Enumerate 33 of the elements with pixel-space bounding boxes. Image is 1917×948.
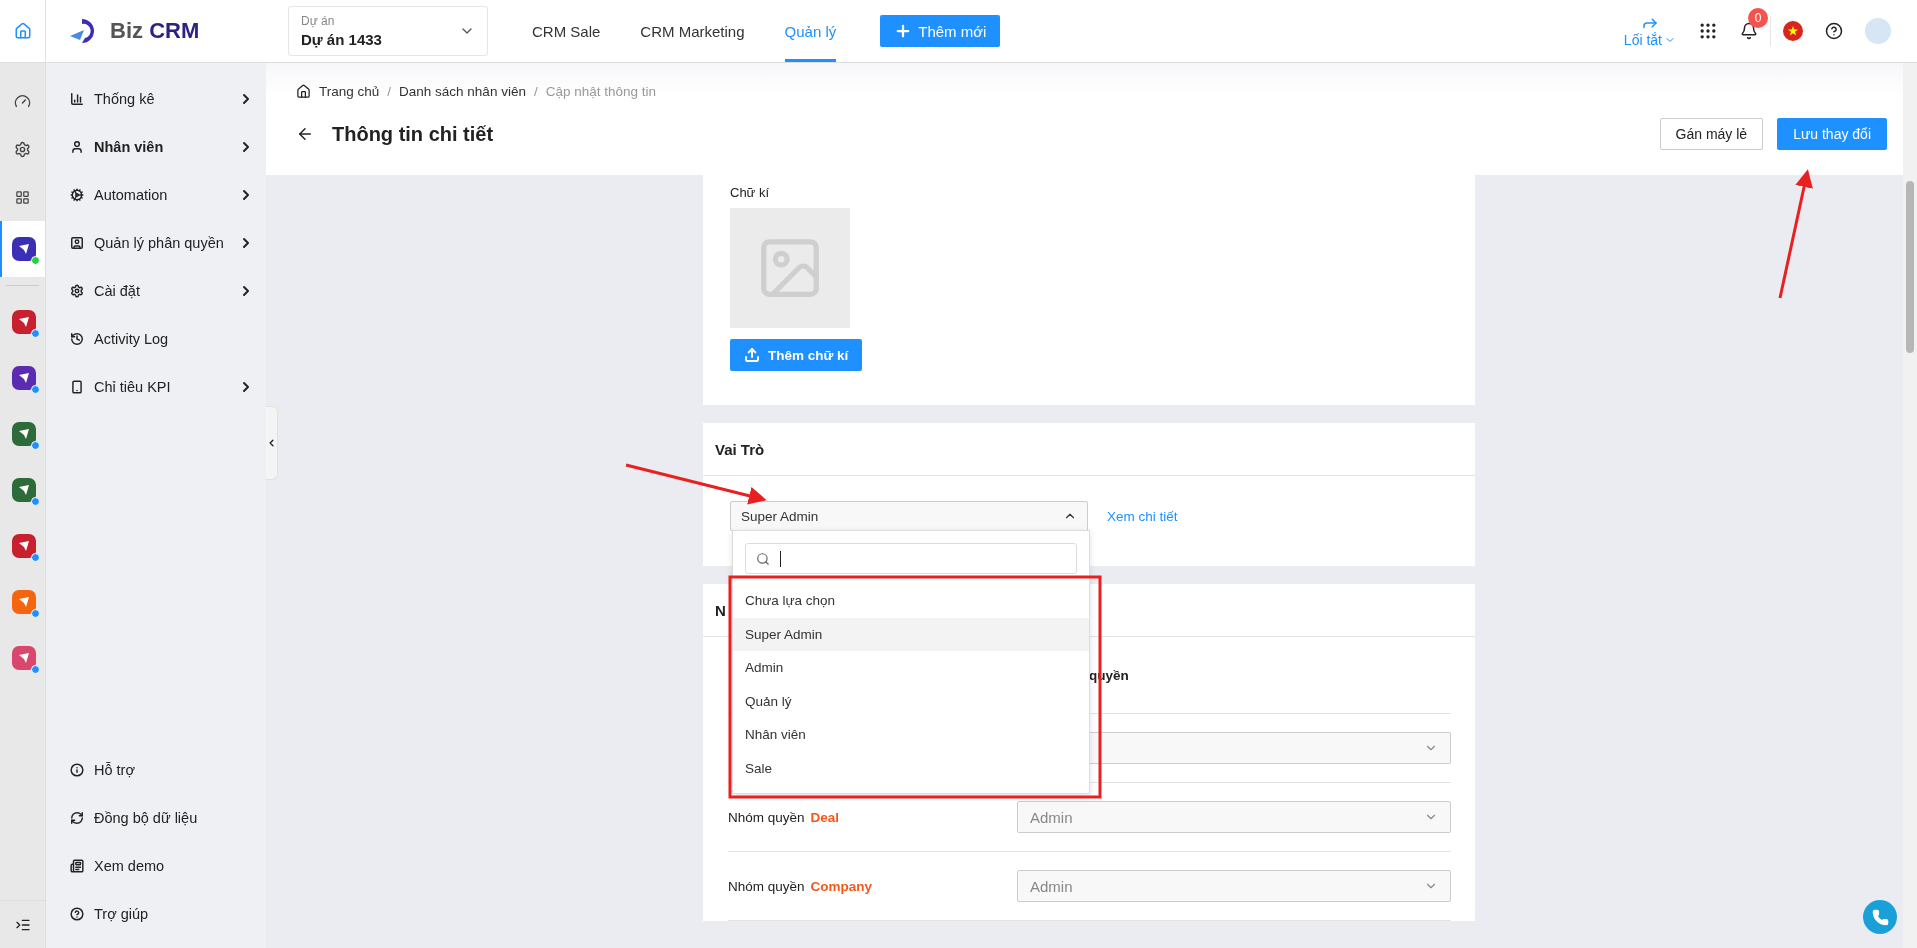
permission-label: Nhóm quyền Company [728,878,874,894]
assign-button[interactable]: Gán máy lẻ [1659,118,1764,150]
dropdown-option[interactable]: Sale [733,751,1089,785]
nav-tab[interactable]: CRM Marketing [640,0,745,62]
permission-label: Nhóm quyền Deal [728,809,841,825]
nav-tab[interactable]: CRM Sale [532,0,601,62]
breadcrumb-link[interactable]: Danh sách nhân viên [399,83,526,99]
sidebar-item[interactable]: Quản lý phân quyền [46,219,266,267]
role-select[interactable]: Super Admin [730,501,1088,531]
breadcrumb-separator: / [533,83,538,99]
project-select[interactable]: Dự án Dự án 1433 [288,6,488,56]
breadcrumb-link[interactable]: Trang chủ [319,83,380,99]
sidebar-item[interactable]: Chỉ tiêu KPI [46,363,266,411]
sidebar-item[interactable]: Xem demo [46,842,266,890]
dropdown-option[interactable]: Quản lý [733,684,1089,718]
page-title: Thông tin chi tiết [332,122,494,146]
dropdown-option[interactable]: Admin [733,651,1089,685]
sidebar-item[interactable]: Thống kê [46,75,266,123]
sidebar-item[interactable]: Đồng bộ dữ liệu [46,794,266,842]
sidebar-item[interactable]: Cài đặt [46,267,266,315]
field-label: Chữ kí [730,185,770,200]
dropdown-option[interactable]: Nhân viên [733,718,1089,752]
section-title: Vai Trò [703,423,1475,476]
dropdown-option[interactable]: Chưa lựa chọn [733,584,1089,618]
sidebar-item[interactable]: Nhân viên [46,123,266,171]
breadcrumb-separator: / [387,83,392,99]
logo-text: Biz CRM [110,18,200,44]
sidebar-item[interactable]: Trợ giúp [46,890,266,938]
sidebar-item[interactable]: Automation [46,171,266,219]
dropdown-option[interactable]: Super Admin [733,617,1089,651]
sidebar-item[interactable]: Hỗ trợ [46,746,266,794]
notification-count: 0 [1748,8,1768,28]
sidebar-item[interactable]: Activity Log [46,315,266,363]
